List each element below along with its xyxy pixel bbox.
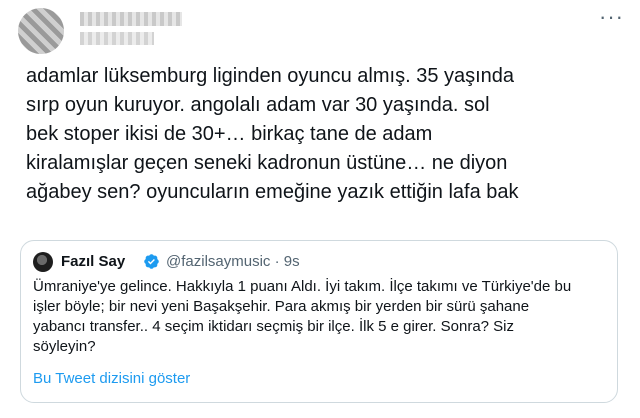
quoted-tweet-time: 9s [283, 253, 300, 270]
author-name-redacted[interactable] [80, 12, 182, 26]
author-avatar[interactable] [18, 8, 64, 54]
more-options-icon[interactable]: ··· [599, 4, 624, 30]
tweet-text: adamlar lüksemburg liginden oyuncu almış… [26, 65, 519, 203]
quoted-author-avatar [33, 252, 53, 272]
quoted-tweet-meta: @fazilsaymusic · 9s [166, 253, 300, 270]
quoted-tweet-text: Ümraniye'ye gelince. Hakkıyla 1 puanı Al… [33, 278, 572, 355]
quoted-author-name: Fazıl Say [61, 253, 126, 270]
author-handle-redacted[interactable] [80, 32, 154, 45]
quoted-tweet-card[interactable]: Fazıl Say @fazilsaymusic · 9s Ümraniye'y… [20, 240, 618, 403]
meta-separator: · [274, 253, 280, 270]
show-thread-link[interactable]: Bu Tweet dizisini göster [33, 370, 190, 387]
quoted-author-handle: @fazilsaymusic [166, 253, 271, 270]
verified-badge-icon [144, 254, 159, 269]
